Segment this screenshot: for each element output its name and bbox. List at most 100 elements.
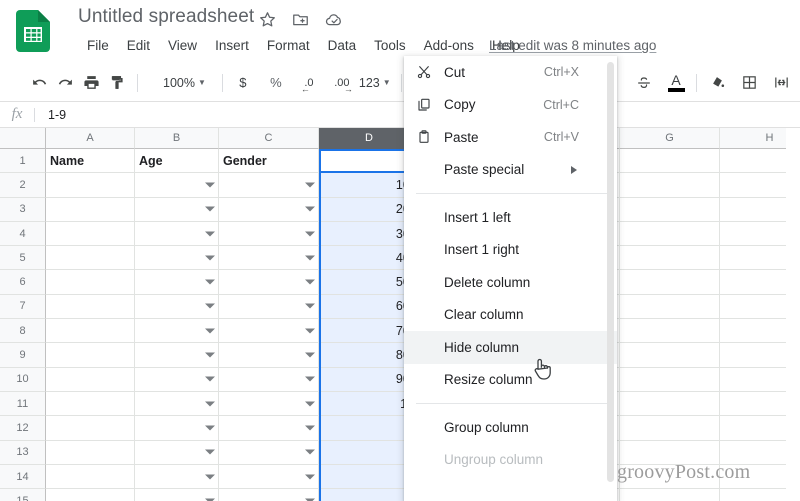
row-header[interactable]: 4 — [0, 221, 46, 247]
menu-add-ons[interactable]: Add-ons — [415, 36, 483, 55]
dropdown-arrow-icon[interactable] — [305, 303, 315, 309]
redo-icon[interactable] — [52, 70, 78, 96]
row-header[interactable]: 13 — [0, 440, 46, 465]
print-icon[interactable] — [78, 70, 104, 96]
context-menu-item-paste-special[interactable]: Paste special — [404, 154, 617, 187]
cell-B3[interactable] — [135, 197, 219, 222]
cell-B1[interactable]: Age — [135, 149, 219, 174]
dropdown-arrow-icon[interactable] — [205, 255, 215, 261]
cell-A1[interactable]: Name — [46, 149, 135, 174]
cell-B5[interactable] — [135, 246, 219, 271]
cell-B2[interactable] — [135, 173, 219, 198]
menu-data[interactable]: Data — [319, 36, 366, 55]
text-color-button[interactable]: A — [663, 70, 689, 96]
cell-G15[interactable] — [620, 489, 720, 501]
cell-A8[interactable] — [46, 319, 135, 344]
cell-G2[interactable] — [620, 173, 720, 198]
row-header[interactable]: 11 — [0, 391, 46, 417]
dropdown-arrow-icon[interactable] — [305, 425, 315, 431]
cell-A6[interactable] — [46, 270, 135, 295]
row-header[interactable]: 8 — [0, 319, 46, 344]
context-menu-item-delete-column[interactable]: Delete column — [404, 266, 617, 299]
formula-bar-input[interactable]: 1-9 — [35, 108, 66, 122]
cell-B8[interactable] — [135, 319, 219, 344]
sheets-logo-icon[interactable] — [16, 10, 50, 52]
dropdown-arrow-icon[interactable] — [305, 328, 315, 334]
dropdown-arrow-icon[interactable] — [205, 182, 215, 188]
currency-format-button[interactable]: $ — [230, 70, 256, 96]
borders-icon[interactable] — [736, 70, 762, 96]
decrease-decimal-button[interactable]: .0 ← — [296, 70, 322, 96]
cell-C8[interactable] — [219, 319, 319, 344]
row-header[interactable]: 2 — [0, 173, 46, 198]
dropdown-arrow-icon[interactable] — [205, 279, 215, 285]
percent-format-button[interactable]: % — [264, 70, 288, 96]
dropdown-arrow-icon[interactable] — [205, 231, 215, 237]
row-header[interactable]: 5 — [0, 246, 46, 271]
cell-A14[interactable] — [46, 464, 135, 490]
cell-G6[interactable] — [620, 270, 720, 295]
context-menu-item-clear-column[interactable]: Clear column — [404, 299, 617, 332]
cell-C12[interactable] — [219, 416, 319, 441]
context-menu-item-insert-1-left[interactable]: Insert 1 left — [404, 201, 617, 234]
undo-icon[interactable] — [26, 70, 52, 96]
cell-C5[interactable] — [219, 246, 319, 271]
dropdown-arrow-icon[interactable] — [305, 279, 315, 285]
menu-edit[interactable]: Edit — [118, 36, 159, 55]
cell-G4[interactable] — [620, 221, 720, 247]
cell-B9[interactable] — [135, 343, 219, 368]
row-header[interactable]: 14 — [0, 464, 46, 490]
context-menu-item-paste[interactable]: Paste Ctrl+V — [404, 121, 617, 154]
context-menu-scrollbar[interactable] — [607, 62, 614, 492]
formula-bar[interactable]: fx 1-9 — [0, 102, 800, 128]
scrollbar-thumb[interactable] — [607, 62, 614, 482]
dropdown-arrow-icon[interactable] — [205, 474, 215, 479]
cell-C3[interactable] — [219, 197, 319, 222]
last-edit-status[interactable]: Last edit was 8 minutes ago — [489, 38, 656, 53]
cell-B11[interactable] — [135, 391, 219, 417]
column-header-b[interactable]: B — [135, 128, 219, 149]
cell-C6[interactable] — [219, 270, 319, 295]
dropdown-arrow-icon[interactable] — [205, 376, 215, 382]
cell-G11[interactable] — [620, 391, 720, 417]
merge-cells-icon[interactable] — [768, 70, 794, 96]
cell-A10[interactable] — [46, 367, 135, 392]
dropdown-arrow-icon[interactable] — [205, 328, 215, 334]
cell-B10[interactable] — [135, 367, 219, 392]
menu-file[interactable]: File — [78, 36, 118, 55]
row-header[interactable]: 10 — [0, 367, 46, 392]
row-header[interactable]: 6 — [0, 270, 46, 295]
cell-G10[interactable] — [620, 367, 720, 392]
menu-view[interactable]: View — [159, 36, 206, 55]
cell-B12[interactable] — [135, 416, 219, 441]
column-header-a[interactable]: A — [46, 128, 135, 149]
dropdown-arrow-icon[interactable] — [305, 255, 315, 261]
cell-B7[interactable] — [135, 294, 219, 320]
menu-format[interactable]: Format — [258, 36, 319, 55]
cell-A5[interactable] — [46, 246, 135, 271]
context-menu-item-group-column[interactable]: Group column — [404, 411, 617, 444]
cell-B4[interactable] — [135, 221, 219, 247]
row-header[interactable]: 1 — [0, 149, 46, 174]
cell-C1[interactable]: Gender — [219, 149, 319, 174]
zoom-selector[interactable]: 100% ▼ — [163, 76, 206, 90]
dropdown-arrow-icon[interactable] — [305, 474, 315, 479]
select-all-corner[interactable] — [0, 128, 46, 149]
context-menu-item-insert-1-right[interactable]: Insert 1 right — [404, 234, 617, 267]
cell-C7[interactable] — [219, 294, 319, 320]
context-menu-item-cut[interactable]: Cut Ctrl+X — [404, 56, 617, 89]
column-header-c[interactable]: C — [219, 128, 319, 149]
cell-A12[interactable] — [46, 416, 135, 441]
cell-G5[interactable] — [620, 246, 720, 271]
cell-G12[interactable] — [620, 416, 720, 441]
cell-A13[interactable] — [46, 440, 135, 465]
cell-G1[interactable] — [620, 149, 720, 174]
cell-G8[interactable] — [620, 319, 720, 344]
cell-C13[interactable] — [219, 440, 319, 465]
dropdown-arrow-icon[interactable] — [305, 231, 315, 237]
cloud-saved-icon[interactable] — [324, 10, 343, 29]
dropdown-arrow-icon[interactable] — [205, 449, 215, 455]
context-menu-item-hide-column[interactable]: Hide column — [404, 331, 617, 364]
cell-C4[interactable] — [219, 221, 319, 247]
dropdown-arrow-icon[interactable] — [205, 401, 215, 407]
